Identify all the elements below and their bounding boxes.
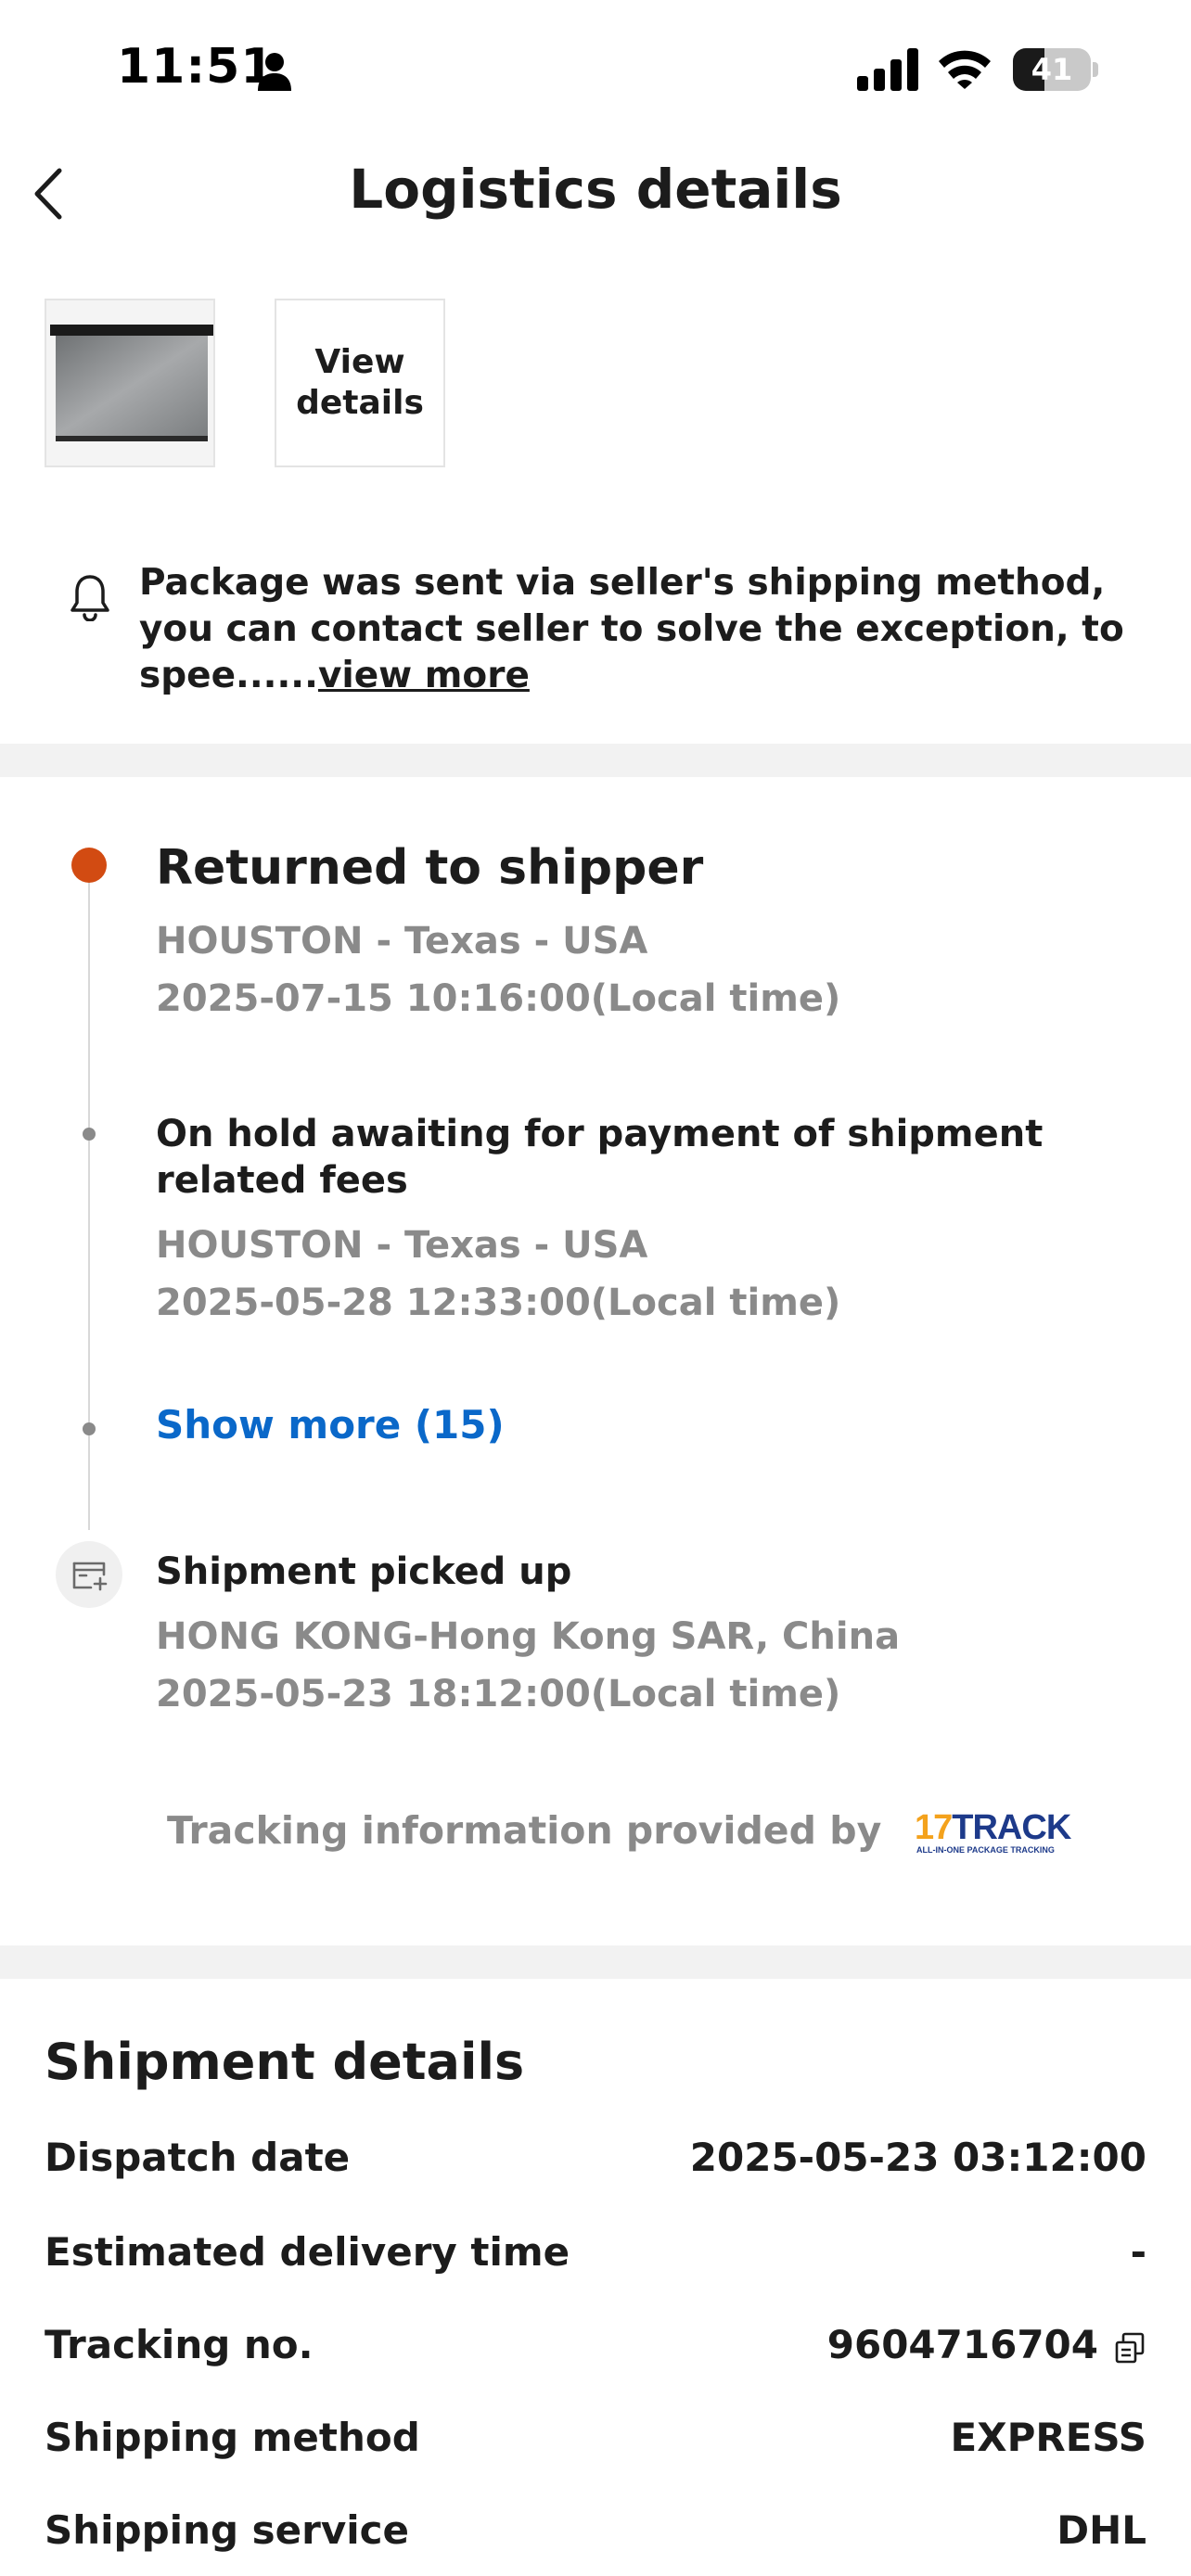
event-time: 2025-05-28 12:33:00(Local time) xyxy=(156,1282,841,1324)
timeline-dot xyxy=(83,1422,96,1435)
detail-row-shipping-method: Shipping method EXPRESS xyxy=(45,2415,1146,2470)
section-divider xyxy=(0,744,1191,777)
signal-icon xyxy=(857,48,918,91)
detail-value: 9604716704 xyxy=(826,2322,1098,2367)
detail-label: Shipping service xyxy=(45,2507,410,2553)
event-time: 2025-05-23 18:12:00(Local time) xyxy=(156,1673,841,1715)
detail-value: 2025-05-23 03:12:00 xyxy=(689,2135,1146,2180)
pickup-icon-container xyxy=(56,1541,122,1608)
notice-text: Package was sent via seller's shipping m… xyxy=(139,562,1124,696)
17track-logo[interactable]: 17TRACK ALL-IN-ONE PACKAGE TRACKING xyxy=(915,1808,1071,1860)
product-thumbnail[interactable] xyxy=(45,299,215,467)
shipment-details-title: Shipment details xyxy=(45,2033,525,2091)
detail-value: EXPRESS xyxy=(950,2415,1147,2460)
status-time: 11:51 xyxy=(117,39,275,95)
event-location: HOUSTON - Texas - USA xyxy=(156,920,648,963)
status-bar: 11:51 41 xyxy=(0,0,1191,139)
detail-label: Shipping method xyxy=(45,2415,420,2460)
copy-icon[interactable] xyxy=(1113,2331,1146,2365)
view-more-link[interactable]: view more xyxy=(318,655,530,696)
person-icon xyxy=(258,53,291,91)
detail-value: - xyxy=(1130,2229,1146,2275)
detail-row-shipping-service: Shipping service DHL xyxy=(45,2507,1146,2563)
battery-level: 41 xyxy=(1031,52,1073,87)
detail-label: Dispatch date xyxy=(45,2135,351,2180)
detail-row-dispatch-date: Dispatch date 2025-05-23 03:12:00 xyxy=(45,2135,1146,2190)
package-pickup-icon xyxy=(72,1562,108,1591)
event-location: HOUSTON - Texas - USA xyxy=(156,1224,648,1267)
battery-indicator: 41 xyxy=(1013,48,1098,91)
page-title: Logistics details xyxy=(349,158,842,221)
event-title: Shipment picked up xyxy=(156,1550,572,1593)
projector-screen-image xyxy=(46,300,213,465)
logo-number: 17 xyxy=(915,1808,953,1847)
tracking-provider-label: Tracking information provided by xyxy=(167,1808,882,1853)
wifi-icon xyxy=(939,50,991,89)
tracking-number-value: 9604716704 xyxy=(827,2322,1146,2367)
event-title: Returned to shipper xyxy=(156,840,704,896)
logo-tagline: ALL-IN-ONE PACKAGE TRACKING xyxy=(916,1845,1055,1855)
event-time: 2025-07-15 10:16:00(Local time) xyxy=(156,977,841,1020)
detail-row-tracking-number: Tracking no. 9604716704 xyxy=(45,2322,1146,2378)
detail-value: DHL xyxy=(1057,2507,1146,2553)
event-title: On hold awaiting for payment of shipment… xyxy=(156,1113,1044,1202)
view-details-button[interactable]: View details xyxy=(275,299,445,467)
bell-icon xyxy=(70,575,109,621)
section-divider xyxy=(0,1945,1191,1979)
timeline-active-dot xyxy=(71,848,107,883)
logo-word: TRACK xyxy=(952,1808,1071,1847)
show-more-link[interactable]: Show more (15) xyxy=(156,1402,505,1447)
detail-row-estimated-delivery: Estimated delivery time - xyxy=(45,2229,1146,2285)
notice-message: Package was sent via seller's shipping m… xyxy=(139,560,1150,699)
timeline-dot xyxy=(83,1128,96,1141)
detail-label: Estimated delivery time xyxy=(45,2229,570,2275)
event-location: HONG KONG-Hong Kong SAR, China xyxy=(156,1615,901,1658)
detail-label: Tracking no. xyxy=(45,2322,314,2367)
